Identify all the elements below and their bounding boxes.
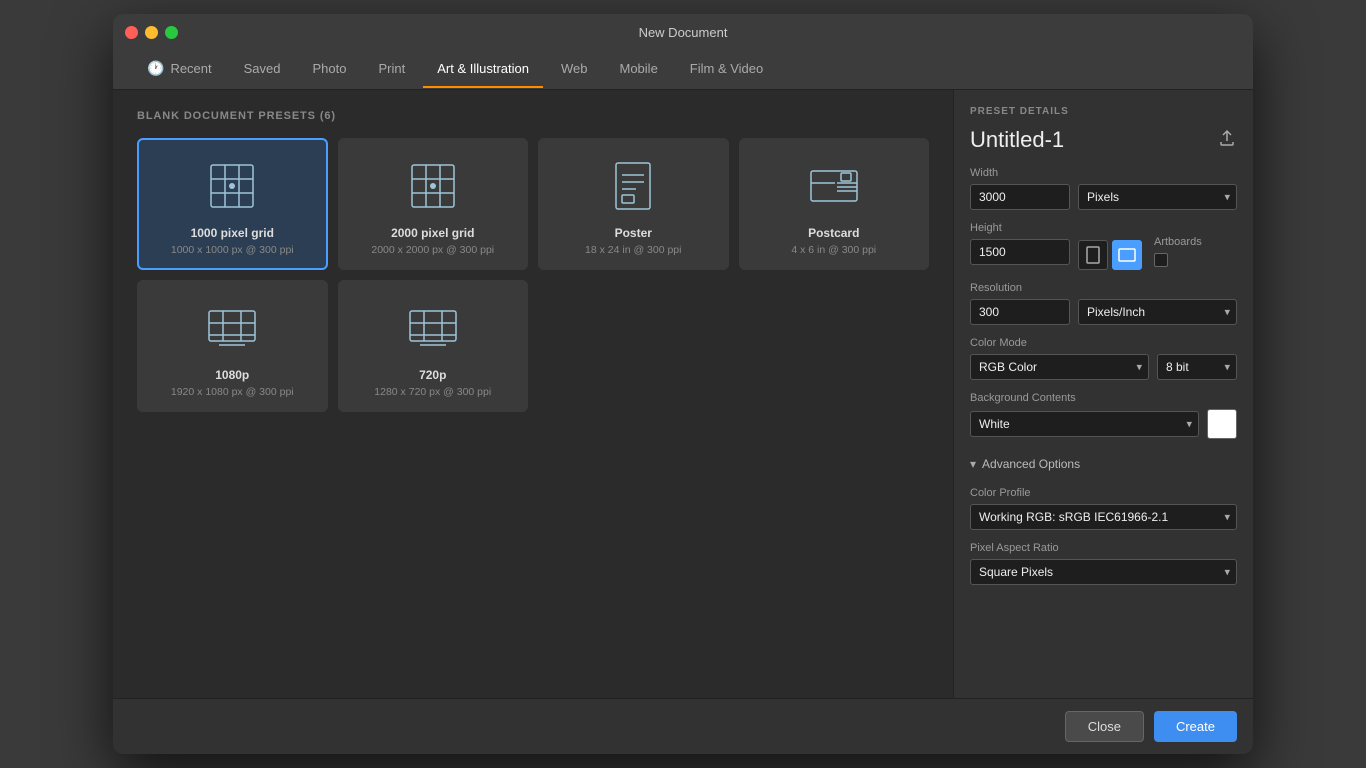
- pixel-aspect-label: Pixel Aspect Ratio: [970, 542, 1237, 554]
- color-bit-select[interactable]: 8 bit 16 bit 32 bit: [1157, 354, 1237, 380]
- color-profile-select[interactable]: Working RGB: sRGB IEC61966-2.1 sRGB IEC6…: [970, 504, 1237, 530]
- width-input-wrap: [970, 184, 1070, 210]
- advanced-options-label: Advanced Options: [982, 457, 1080, 471]
- preset-icon-1080p: [202, 298, 262, 358]
- preset-card-2000-pixel-grid[interactable]: 2000 pixel grid 2000 x 2000 px @ 300 ppi: [338, 138, 529, 270]
- color-bit-select-wrap: 8 bit 16 bit 32 bit: [1157, 354, 1237, 380]
- height-label: Height: [970, 222, 1070, 234]
- color-mode-row: RGB Color CMYK Color Grayscale 8 bit 16 …: [970, 354, 1237, 380]
- presets-header: BLANK DOCUMENT PRESETS (6): [137, 110, 929, 122]
- height-input[interactable]: [970, 239, 1070, 265]
- preset-details-label: PRESET DETAILS: [970, 106, 1237, 117]
- preset-icon-postcard: [804, 156, 864, 216]
- preset-name-2000-pixel-grid: 2000 pixel grid: [391, 226, 474, 240]
- presets-grid-row1: 1000 pixel grid 1000 x 1000 px @ 300 ppi: [137, 138, 929, 270]
- color-mode-label: Color Mode: [970, 337, 1237, 349]
- resolution-input-wrap: [970, 299, 1070, 325]
- pixel-aspect-select-wrap: Square Pixels D1/DV NTSC (0.91) D1/DV PA…: [970, 559, 1237, 585]
- artboards-label: Artboards: [1154, 236, 1202, 248]
- color-profile-select-wrap: Working RGB: sRGB IEC61966-2.1 sRGB IEC6…: [970, 504, 1237, 530]
- close-button[interactable]: Close: [1065, 711, 1144, 742]
- presets-panel: BLANK DOCUMENT PRESETS (6): [113, 90, 953, 698]
- tab-web[interactable]: Web: [547, 51, 602, 88]
- orientation-landscape-button[interactable]: [1112, 240, 1142, 270]
- preset-card-1080p[interactable]: 1080p 1920 x 1080 px @ 300 ppi: [137, 280, 328, 412]
- maximize-window-button[interactable]: [165, 26, 178, 39]
- new-document-window: New Document 🕐 Recent Saved Photo Print …: [113, 14, 1253, 754]
- orientation-group-wrap: [1078, 222, 1142, 270]
- advanced-options-arrow-icon: ▾: [970, 457, 976, 471]
- artboards-checkbox[interactable]: [1154, 253, 1168, 267]
- preset-dims-poster: 18 x 24 in @ 300 ppi: [585, 244, 681, 256]
- preset-card-postcard[interactable]: Postcard 4 x 6 in @ 300 ppi: [739, 138, 930, 270]
- preset-name-1000-pixel-grid: 1000 pixel grid: [191, 226, 274, 240]
- preset-icon-poster: [603, 156, 663, 216]
- resolution-row: Pixels/Inch Pixels/Centimeter: [970, 299, 1237, 325]
- preset-card-720p[interactable]: 720p 1280 x 720 px @ 300 ppi: [338, 280, 529, 412]
- doc-name: Untitled-1: [970, 127, 1064, 153]
- color-mode-select[interactable]: RGB Color CMYK Color Grayscale: [970, 354, 1149, 380]
- preset-name-postcard: Postcard: [808, 226, 859, 240]
- preset-icon-1000-pixel-grid: [202, 156, 262, 216]
- tab-art-illustration[interactable]: Art & Illustration: [423, 51, 543, 88]
- artboards-group-wrap: Artboards: [1154, 222, 1202, 267]
- tab-print[interactable]: Print: [365, 51, 420, 88]
- recent-icon: 🕐: [147, 60, 164, 77]
- tab-film-video[interactable]: Film & Video: [676, 51, 777, 88]
- bg-contents-label: Background Contents: [970, 392, 1237, 404]
- preset-dims-postcard: 4 x 6 in @ 300 ppi: [791, 244, 876, 256]
- bottom-buttons: Close Create: [113, 698, 1253, 754]
- bg-contents-row: White Black Transparent: [970, 409, 1237, 439]
- tab-photo[interactable]: Photo: [299, 51, 361, 88]
- preset-dims-2000-pixel-grid: 2000 x 2000 px @ 300 ppi: [371, 244, 494, 256]
- traffic-lights: [125, 26, 178, 39]
- minimize-window-button[interactable]: [145, 26, 158, 39]
- content-area: BLANK DOCUMENT PRESETS (6): [113, 90, 1253, 698]
- preset-icon-720p: [403, 298, 463, 358]
- preset-card-1000-pixel-grid[interactable]: 1000 pixel grid 1000 x 1000 px @ 300 ppi: [137, 138, 328, 270]
- resolution-unit-select-wrap: Pixels/Inch Pixels/Centimeter: [1078, 299, 1237, 325]
- resolution-unit-select[interactable]: Pixels/Inch Pixels/Centimeter: [1078, 299, 1237, 325]
- width-input[interactable]: [970, 184, 1070, 210]
- preset-name-poster: Poster: [615, 226, 652, 240]
- presets-grid-row2: 1080p 1920 x 1080 px @ 300 ppi: [137, 280, 929, 412]
- preset-dims-720p: 1280 x 720 px @ 300 ppi: [374, 386, 491, 398]
- advanced-options-toggle[interactable]: ▾ Advanced Options: [970, 453, 1237, 475]
- preset-card-poster[interactable]: Poster 18 x 24 in @ 300 ppi: [538, 138, 729, 270]
- width-label: Width: [970, 167, 1237, 179]
- color-mode-select-wrap: RGB Color CMYK Color Grayscale: [970, 354, 1149, 380]
- tabs-bar: 🕐 Recent Saved Photo Print Art & Illustr…: [113, 50, 1253, 90]
- export-icon[interactable]: [1217, 128, 1237, 153]
- preset-dims-1080p: 1920 x 1080 px @ 300 ppi: [171, 386, 294, 398]
- titlebar: New Document: [113, 14, 1253, 50]
- right-panel: PRESET DETAILS Untitled-1 Width: [953, 90, 1253, 698]
- resolution-label: Resolution: [970, 282, 1237, 294]
- bg-contents-select-wrap: White Black Transparent: [970, 411, 1199, 437]
- preset-name-720p: 720p: [419, 368, 446, 382]
- pixel-aspect-select[interactable]: Square Pixels D1/DV NTSC (0.91) D1/DV PA…: [970, 559, 1237, 585]
- resolution-input[interactable]: [970, 299, 1070, 325]
- tab-saved[interactable]: Saved: [230, 51, 295, 88]
- height-group: Height: [970, 222, 1070, 265]
- create-button[interactable]: Create: [1154, 711, 1237, 742]
- width-unit-select[interactable]: Pixels Inches Centimeters: [1078, 184, 1237, 210]
- color-profile-label: Color Profile: [970, 487, 1237, 499]
- bg-color-swatch[interactable]: [1207, 409, 1237, 439]
- tab-mobile[interactable]: Mobile: [606, 51, 672, 88]
- preset-name-1080p: 1080p: [215, 368, 249, 382]
- width-unit-select-wrap: Pixels Inches Centimeters: [1078, 184, 1237, 210]
- preset-icon-2000-pixel-grid: [403, 156, 463, 216]
- preset-dims-1000-pixel-grid: 1000 x 1000 px @ 300 ppi: [171, 244, 294, 256]
- bg-contents-select[interactable]: White Black Transparent: [970, 411, 1199, 437]
- tab-recent[interactable]: 🕐 Recent: [133, 50, 226, 89]
- close-window-button[interactable]: [125, 26, 138, 39]
- window-title: New Document: [639, 25, 728, 40]
- doc-name-row: Untitled-1: [970, 127, 1237, 153]
- orientation-portrait-button[interactable]: [1078, 240, 1108, 270]
- width-row: Pixels Inches Centimeters: [970, 184, 1237, 210]
